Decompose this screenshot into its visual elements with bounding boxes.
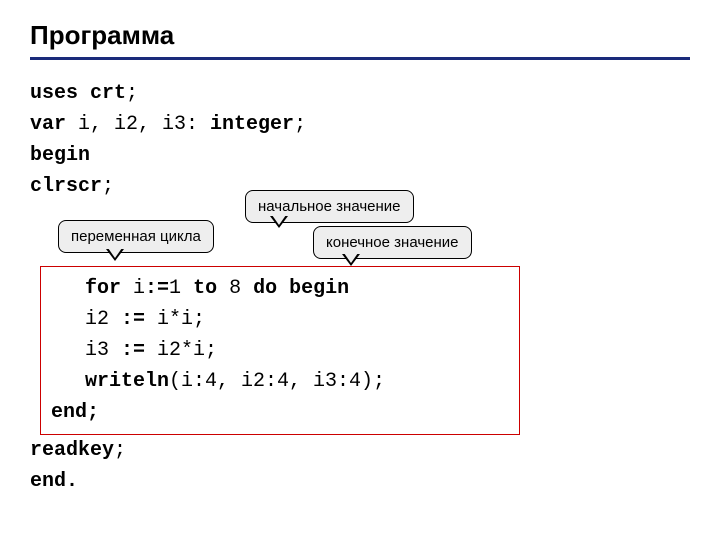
code-line: i3 := i2*i; [51, 335, 509, 366]
code-text: uses crt [30, 82, 126, 105]
code-text: := [145, 277, 169, 300]
code-text: var [30, 113, 66, 136]
code-line: for i:=1 to 8 do begin [51, 273, 509, 304]
code-text: do begin [253, 277, 349, 300]
code-text: i*i; [145, 308, 205, 331]
code-text: integer [210, 113, 294, 136]
code-text: to [193, 277, 217, 300]
code-text: ; [126, 82, 138, 105]
callout-tail [342, 254, 360, 266]
code-line: end. [30, 466, 690, 497]
code-text: i, i2, i3: [66, 113, 210, 136]
callout-tail [270, 216, 288, 228]
callout-tail [106, 249, 124, 261]
title-underline [30, 57, 690, 60]
callout-loop-variable: переменная цикла [58, 220, 214, 253]
code-line: var i, i2, i3: integer; [30, 109, 690, 140]
code-text: (i:4, i2:4, i3:4); [169, 370, 385, 393]
callout-group: переменная цикла начальное значение коне… [30, 192, 690, 264]
code-block: uses crt; var i, i2, i3: integer; begin … [30, 78, 690, 497]
code-line: readkey; [30, 435, 690, 466]
code-text: for [85, 277, 121, 300]
code-line: writeln(i:4, i2:4, i3:4); [51, 366, 509, 397]
code-text: i2 [85, 308, 121, 331]
code-text: := [121, 339, 145, 362]
code-text: i [121, 277, 145, 300]
code-line: begin [30, 140, 690, 171]
code-line: uses crt; [30, 78, 690, 109]
code-text: 1 [169, 277, 193, 300]
slide-title: Программа [30, 20, 690, 51]
callout-end-value: конечное значение [313, 226, 472, 259]
code-text: readkey [30, 439, 114, 462]
code-text: ; [294, 113, 306, 136]
code-text: 8 [217, 277, 253, 300]
code-line: end; [51, 397, 509, 428]
code-line: i2 := i*i; [51, 304, 509, 335]
code-text: i2*i; [145, 339, 217, 362]
code-text: ; [114, 439, 126, 462]
highlighted-code-box: for i:=1 to 8 do begin i2 := i*i; i3 := … [40, 266, 520, 435]
code-text: := [121, 308, 145, 331]
code-text: i3 [85, 339, 121, 362]
code-text: writeln [85, 370, 169, 393]
